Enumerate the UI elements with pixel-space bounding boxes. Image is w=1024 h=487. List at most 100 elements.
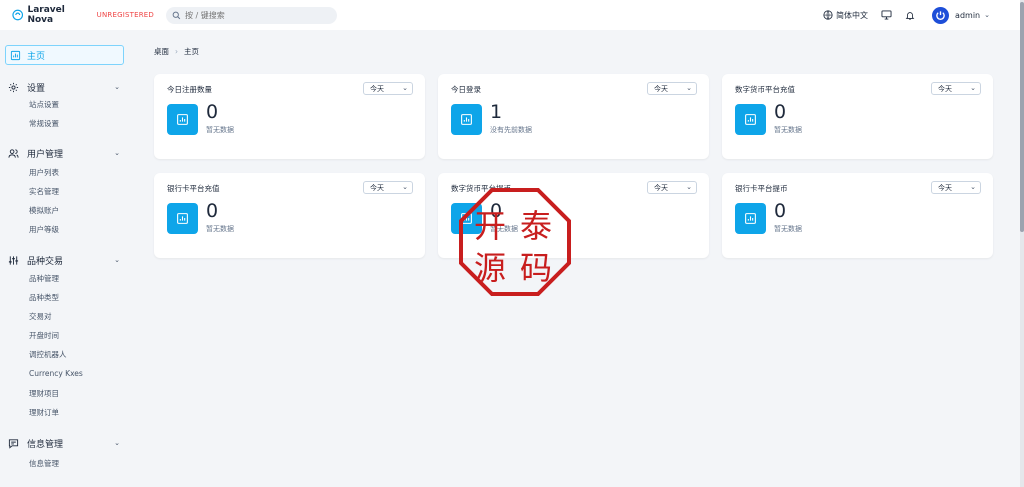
card-icon: [167, 203, 198, 234]
card-title: 今日注册数量: [167, 85, 212, 94]
sidebar-item-demo-account[interactable]: 模拟账户: [29, 205, 59, 216]
breadcrumb-root[interactable]: 桌面: [154, 46, 169, 57]
sidebar-item-real-name[interactable]: 实名管理: [29, 186, 59, 197]
gear-icon: [8, 82, 19, 92]
sidebar-group-label: 用户管理: [27, 149, 64, 160]
metric-value: 0: [206, 200, 219, 222]
chevron-down-icon: ⌄: [984, 11, 990, 19]
message-icon: [8, 438, 19, 449]
sidebar-group-label: 信息管理: [27, 439, 64, 450]
page-scrollbar[interactable]: [1020, 0, 1024, 487]
chart-bar-icon: [10, 50, 21, 60]
monitor-button[interactable]: [881, 10, 892, 20]
card-bank-deposit: 银行卡平台充值 今天 ⌄ 0 暂无数据: [154, 173, 425, 258]
range-select[interactable]: 今天 ⌄: [931, 82, 981, 95]
card-title: 银行卡平台提币: [735, 184, 788, 193]
metric-subtext: 暂无数据: [206, 126, 234, 134]
sidebar-item-finance-order[interactable]: 理财订单: [29, 407, 59, 418]
watermark-char-4: 码: [520, 249, 552, 287]
range-value: 今天: [938, 84, 952, 93]
chevron-down-icon: ⌄: [970, 84, 976, 92]
sidebar-group-trading[interactable]: 品种交易 ⌄: [8, 253, 120, 267]
power-icon: [936, 10, 945, 20]
card-login: 今日登录 今天 ⌄ 1 没有先前数据: [438, 74, 709, 159]
search-box[interactable]: [166, 6, 337, 24]
chevron-down-icon: ⌄: [114, 439, 120, 447]
sidebar-item-currency-kxes[interactable]: Currency Kxes: [29, 369, 83, 378]
range-value: 今天: [370, 183, 384, 192]
sidebar-item-open-time[interactable]: 开盘时间: [29, 330, 59, 341]
username: admin: [955, 10, 981, 20]
sidebar-item-product-type[interactable]: 品种类型: [29, 292, 59, 303]
sidebar-group-settings[interactable]: 设置 ⌄: [8, 80, 120, 94]
chevron-down-icon: ⌄: [114, 83, 120, 91]
bell-icon: [905, 11, 915, 20]
range-select[interactable]: 今天 ⌄: [931, 181, 981, 194]
sidebar-item-finance-project[interactable]: 理财项目: [29, 388, 59, 399]
chart-bar-icon: [745, 213, 756, 224]
users-icon: [8, 148, 19, 158]
card-register: 今日注册数量 今天 ⌄ 0 暂无数据: [154, 74, 425, 159]
sidebar-item-message-management[interactable]: 信息管理: [29, 458, 59, 469]
chart-bar-icon: [177, 114, 188, 125]
notifications-button[interactable]: [905, 10, 915, 21]
sidebar-item-site-settings[interactable]: 站点设置: [29, 99, 59, 110]
sidebar-group-messages[interactable]: 信息管理 ⌄: [8, 436, 120, 450]
monitor-icon: [881, 10, 892, 20]
card-icon: [167, 104, 198, 135]
range-value: 今天: [654, 84, 668, 93]
sidebar-item-home[interactable]: 主页: [5, 45, 124, 65]
sidebar-item-general-settings[interactable]: 常规设置: [29, 118, 59, 129]
language-switcher[interactable]: 简体中文: [823, 10, 868, 21]
sidebar-item-user-list[interactable]: 用户列表: [29, 167, 59, 178]
sidebar-item-product-management[interactable]: 品种管理: [29, 273, 59, 284]
avatar: [932, 6, 950, 24]
card-title: 银行卡平台充值: [167, 184, 220, 193]
range-select[interactable]: 今天 ⌄: [363, 181, 413, 194]
metric-subtext: 没有先前数据: [490, 126, 532, 134]
range-value: 今天: [938, 183, 952, 192]
search-input[interactable]: [185, 10, 325, 20]
metric-value: 0: [774, 101, 787, 123]
breadcrumb-current: 主页: [184, 47, 199, 56]
card-title: 数字货币平台充值: [735, 85, 795, 94]
sidebar-group-label: 设置: [27, 83, 46, 94]
globe-icon: [823, 10, 833, 20]
range-select[interactable]: 今天 ⌄: [647, 181, 697, 194]
card-bank-withdraw: 银行卡平台提币 今天 ⌄ 0 暂无数据: [722, 173, 993, 258]
sidebar-item-control-robot[interactable]: 调控机器人: [29, 349, 67, 360]
registration-badge: UNREGISTERED: [96, 11, 154, 19]
card-icon: [735, 104, 766, 135]
chevron-right-icon: ›: [175, 47, 178, 56]
top-bar: Laravel Nova UNREGISTERED 简体中文 admin ⌄: [0, 0, 1020, 30]
breadcrumb: 桌面 › 主页: [154, 46, 199, 57]
chevron-down-icon: ⌄: [686, 84, 692, 92]
metric-subtext: 暂无数据: [206, 225, 234, 233]
range-select[interactable]: 今天 ⌄: [363, 82, 413, 95]
sidebar-item-trading-pair[interactable]: 交易对: [29, 311, 52, 322]
metric-subtext: 暂无数据: [774, 126, 802, 134]
brand-name: Laravel Nova: [27, 5, 65, 25]
range-value: 今天: [654, 183, 668, 192]
brand[interactable]: Laravel Nova UNREGISTERED: [12, 5, 154, 25]
sidebar-item-user-level[interactable]: 用户等级: [29, 224, 59, 235]
metric-subtext: 暂无数据: [774, 225, 802, 233]
sidebar-group-users[interactable]: 用户管理 ⌄: [8, 146, 120, 160]
range-value: 今天: [370, 84, 384, 93]
metric-value: 0: [774, 200, 787, 222]
card-crypto-deposit: 数字货币平台充值 今天 ⌄ 0 暂无数据: [722, 74, 993, 159]
sidebar-item-label: 主页: [27, 51, 46, 62]
user-menu[interactable]: admin ⌄: [932, 6, 990, 24]
card-title: 今日登录: [451, 85, 481, 94]
watermark-char-2: 泰: [520, 207, 552, 245]
card-icon: [735, 203, 766, 234]
search-icon: [172, 11, 181, 19]
metric-value: 0: [206, 101, 219, 123]
chevron-down-icon: ⌄: [970, 183, 976, 191]
chevron-down-icon: ⌄: [402, 183, 408, 191]
scroll-thumb[interactable]: [1020, 2, 1024, 232]
range-select[interactable]: 今天 ⌄: [647, 82, 697, 95]
watermark-char-1: 开: [474, 207, 506, 245]
nova-logo-icon: [12, 9, 24, 21]
watermark-stamp: 开 泰 源 码: [459, 188, 571, 296]
